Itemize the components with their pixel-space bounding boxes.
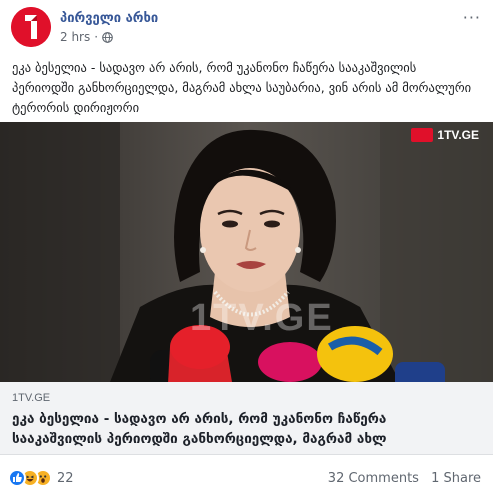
reaction-count: 22 [57, 470, 74, 486]
page-avatar[interactable] [11, 7, 51, 47]
post-meta: 2 hrs · [60, 30, 113, 44]
photo-illustration [0, 122, 493, 382]
more-options-icon[interactable]: ··· [463, 8, 481, 27]
tv-logo-text: 1TV.GE [437, 128, 479, 142]
post-footer: 22 32 Comments 1 Share [0, 462, 493, 494]
link-domain: 1TV.GE [12, 392, 51, 404]
first-channel-logo-icon [11, 7, 51, 47]
link-title[interactable]: ეკა ბესელია - სადავო არ არის, რომ უკანონ… [12, 409, 477, 449]
meta-separator: · [94, 30, 99, 44]
tv-logo-icon [411, 128, 434, 142]
tv-watermark-logo: 1TV.GE [411, 128, 479, 142]
post-header: პირველი არხი 2 hrs · ··· [0, 0, 493, 52]
globe-icon[interactable] [102, 31, 113, 43]
post-timestamp[interactable]: 2 hrs [60, 30, 90, 44]
post-caption: ეკა ბესელია - სადავო არ არის, რომ უკანონ… [12, 60, 472, 115]
photo-watermark: 1TV.GE [190, 297, 334, 339]
shares-count-link[interactable]: 1 Share [431, 471, 481, 486]
link-preview[interactable]: 1TV.GE ეკა ბესელია - სადავო არ არის, რომ… [0, 382, 493, 455]
engagement-counts: 32 Comments 1 Share [328, 471, 481, 486]
comments-count-link[interactable]: 32 Comments [328, 471, 419, 486]
reactions-summary[interactable]: 22 [8, 469, 74, 487]
like-icon [8, 469, 26, 487]
post-photo[interactable]: 1TV.GE 1TV.GE [0, 122, 493, 382]
page-name-link[interactable]: პირველი არხი [60, 11, 158, 26]
